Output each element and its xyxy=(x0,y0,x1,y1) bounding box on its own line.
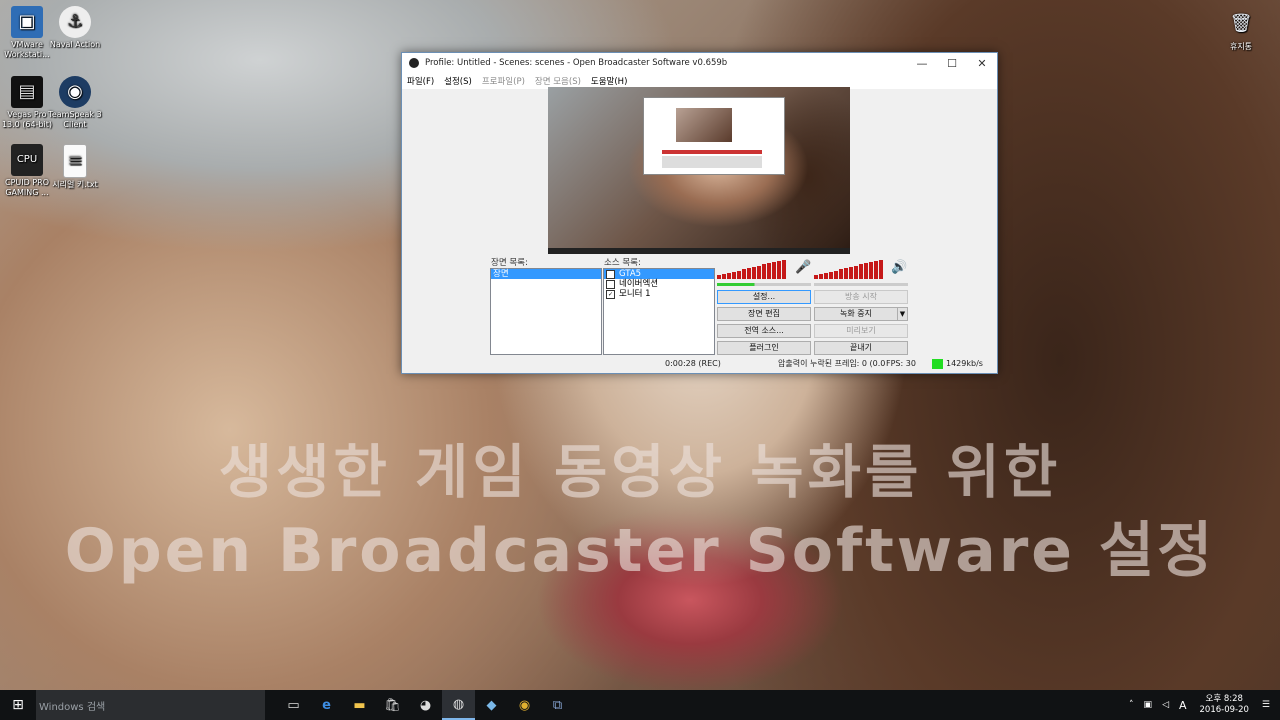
desktop-icon-naval-action[interactable]: ⚓ Naval Action xyxy=(48,6,102,50)
preview-button[interactable]: 미리보기 xyxy=(814,324,908,338)
obs-window: Profile: Untitled - Scenes: scenes - Ope… xyxy=(401,52,998,374)
cpu-icon: CPU xyxy=(11,144,43,176)
stop-recording-button[interactable]: 녹화 중지 xyxy=(814,307,898,321)
exit-button[interactable]: 끝내기 xyxy=(814,341,908,355)
recycle-bin-icon: 🗑 xyxy=(1229,13,1253,34)
desktop-icon-label: Naval Action xyxy=(49,40,101,49)
store-icon[interactable]: 🛍 xyxy=(376,690,409,720)
desktop-icon-teamspeak[interactable]: ◉ TeamSpeak 3 Client xyxy=(48,76,102,130)
source-item[interactable]: 네이버엑션 xyxy=(604,279,714,289)
desktop-icon-label: VMware Workstati... xyxy=(4,40,50,59)
mic-volume-meter[interactable] xyxy=(717,259,786,279)
status-bitrate: 1429kb/s xyxy=(946,359,983,368)
obs-icon[interactable]: ◍ xyxy=(442,690,475,720)
scene-item[interactable]: 장면 xyxy=(491,269,601,279)
source-item-label: 네이버엑션 xyxy=(619,279,659,289)
volume-icon[interactable]: ◁ xyxy=(1162,700,1169,710)
close-button[interactable]: ✕ xyxy=(967,57,997,70)
system-tray: ˄ ▣ ◁ A 오후 8:28 2016-09-20 ☰ xyxy=(1124,690,1280,720)
speaker-icon[interactable]: 🔊 xyxy=(891,260,907,275)
file-explorer-icon[interactable]: ▬ xyxy=(343,690,376,720)
preview-panel xyxy=(548,87,850,254)
chevron-up-icon[interactable]: ˄ xyxy=(1129,700,1134,710)
settings-button[interactable]: 설정... xyxy=(717,290,811,304)
menu-help[interactable]: 도움말(H) xyxy=(591,75,627,87)
status-bar: 0:00:28 (REC) 압출력이 누락된 프레임: 0 (0.0 FPS: … xyxy=(402,356,997,372)
scene-item-label: 장면 xyxy=(493,269,509,279)
desktop-icon-cpuid[interactable]: CPU CPUID PRO GAMING ... xyxy=(0,144,54,198)
scenes-label: 장면 목록: xyxy=(491,258,528,268)
menu-file[interactable]: 파일(F) xyxy=(407,75,434,87)
status-fps: FPS: 30 xyxy=(886,359,916,368)
film-icon: ▤ xyxy=(11,76,43,108)
source-item[interactable]: ✓ 모니터 1 xyxy=(604,289,714,299)
source-item-label: GTA5 xyxy=(619,269,642,279)
plugins-button[interactable]: 플러그인 xyxy=(717,341,811,355)
anchor-icon: ⚓ xyxy=(59,6,91,38)
status-time: 0:00:28 (REC) xyxy=(665,359,721,368)
task-view-icon[interactable]: ▭ xyxy=(277,690,310,720)
scenes-list[interactable]: 장면 xyxy=(490,268,602,355)
menu-profile[interactable]: 프로파일(P) xyxy=(482,75,525,87)
window-title: Profile: Untitled - Scenes: scenes - Ope… xyxy=(425,58,728,68)
nested-preview xyxy=(643,97,785,175)
desktop-icon-label: Vegas Pro 13.0 (64-bit) xyxy=(1,110,53,129)
nested-preview-image xyxy=(676,108,732,142)
microphone-icon[interactable]: 🎤 xyxy=(795,260,811,275)
minimize-button[interactable]: — xyxy=(907,57,937,70)
desktop-icon-label: 휴지통 xyxy=(1229,42,1253,51)
nested-preview-buttons xyxy=(662,156,762,168)
nested-preview-meter xyxy=(662,150,762,154)
sources-label: 소스 목록: xyxy=(604,258,641,268)
taskbar-search-box[interactable]: Windows 검색 xyxy=(36,690,265,720)
desktop-volume-meter[interactable] xyxy=(814,259,883,279)
overlay-line-2: Open Broadcaster Software 설정 xyxy=(64,516,1216,586)
menu-settings[interactable]: 설정(S) xyxy=(444,75,472,87)
clock-time: 오후 8:28 xyxy=(1205,694,1243,704)
app2-icon[interactable]: ◆ xyxy=(475,690,508,720)
taskbar: ⊞ Windows 검색 ▭ e ▬ 🛍 ◕ ◍ ◆ ◉ ⧉ ˄ ▣ ◁ A 오… xyxy=(0,690,1280,720)
desktop-icon-vmware[interactable]: ▣ VMware Workstati... xyxy=(0,6,54,60)
title-bar[interactable]: Profile: Untitled - Scenes: scenes - Ope… xyxy=(402,53,997,73)
notification-icon[interactable]: ☰ xyxy=(1262,700,1270,710)
source-checkbox[interactable]: ✓ xyxy=(606,289,615,299)
maximize-button[interactable]: ☐ xyxy=(937,57,967,70)
start-stream-button[interactable]: 방송 시작 xyxy=(814,290,908,304)
sources-list[interactable]: GTA5 네이버엑션 ✓ 모니터 1 xyxy=(603,268,715,355)
windows-start-icon[interactable]: ⊞ xyxy=(0,690,36,720)
overlay-line-1: 생생한 게임 동영상 녹화를 위한 xyxy=(218,438,1062,506)
source-checkbox[interactable] xyxy=(606,279,615,289)
source-item[interactable]: GTA5 xyxy=(604,269,714,279)
desktop-icon-label: 시리얼 키.txt xyxy=(52,180,98,189)
vmware-icon: ▣ xyxy=(11,6,43,38)
edge-icon[interactable]: e xyxy=(310,690,343,720)
network-app-icon[interactable]: ⧉ xyxy=(541,690,574,720)
network-icon[interactable]: ▣ xyxy=(1144,700,1153,710)
desktop-level-bar xyxy=(814,283,908,286)
status-dropped-frames: 압출력이 누락된 프레임: 0 (0.0 xyxy=(778,359,886,368)
scene-edit-button[interactable]: 장면 편집 xyxy=(717,307,811,321)
status-bitrate-indicator xyxy=(932,359,943,369)
source-item-label: 모니터 1 xyxy=(619,289,651,299)
clock[interactable]: 오후 8:28 2016-09-20 xyxy=(1200,694,1249,716)
source-checkbox[interactable] xyxy=(606,269,615,279)
teamspeak-icon: ◉ xyxy=(59,76,91,108)
ime-indicator[interactable]: A xyxy=(1179,699,1187,712)
desktop-icon-label: TeamSpeak 3 Client xyxy=(48,110,102,129)
desktop-icon-vegas[interactable]: ▤ Vegas Pro 13.0 (64-bit) xyxy=(0,76,54,130)
desktop-icon-textfile[interactable]: ≡ 시리얼 키.txt xyxy=(48,144,102,190)
global-sources-button[interactable]: 전역 소스... xyxy=(717,324,811,338)
app-icon[interactable]: ◕ xyxy=(409,690,442,720)
clock-date: 2016-09-20 xyxy=(1199,705,1249,715)
desktop-icon-label: CPUID PRO GAMING ... xyxy=(4,178,49,197)
menu-scene-collection[interactable]: 장면 모음(S) xyxy=(535,75,581,87)
chrome-icon[interactable]: ◉ xyxy=(508,690,541,720)
obs-app-icon xyxy=(409,58,419,68)
text-file-icon: ≡ xyxy=(63,144,87,178)
desktop-icon-recycle-bin[interactable]: 🗑 휴지통 xyxy=(1214,8,1268,52)
mic-level-bar xyxy=(717,283,811,286)
recording-dropdown-button[interactable]: ▼ xyxy=(897,307,908,321)
preview-taskbar xyxy=(548,248,850,254)
